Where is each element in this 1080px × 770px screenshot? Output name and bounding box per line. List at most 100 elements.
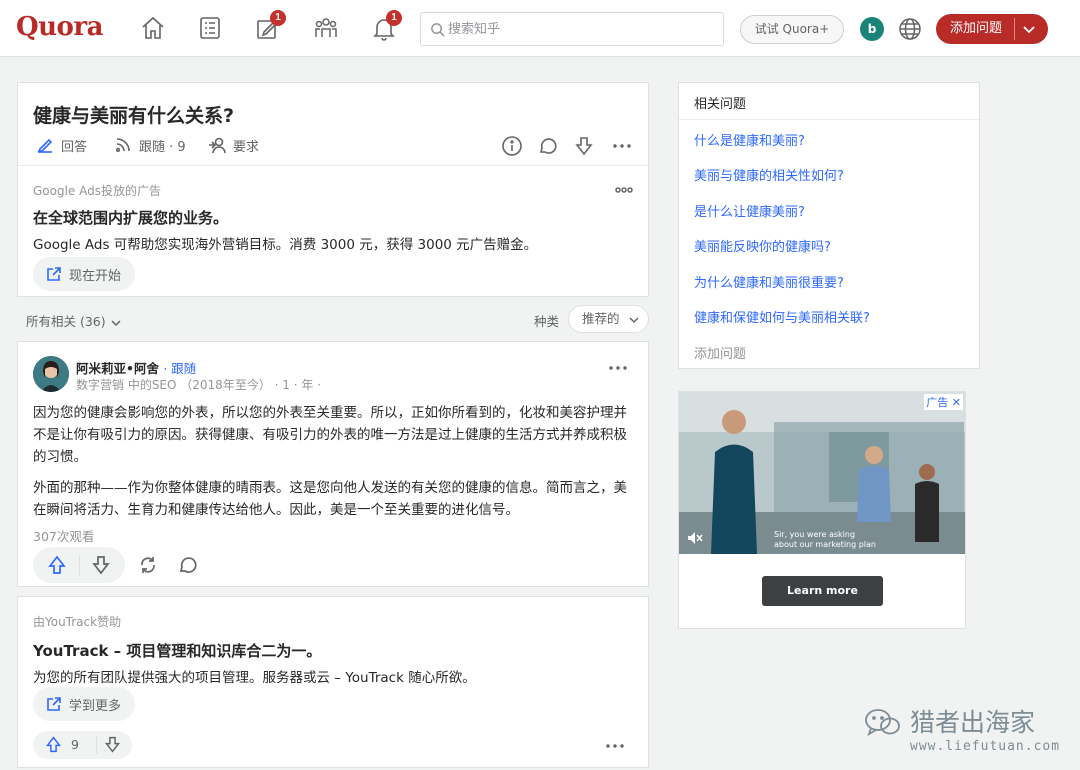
external-link-icon	[47, 267, 61, 281]
external-link-icon	[47, 697, 61, 711]
quora-logo[interactable]: Quora	[16, 12, 103, 42]
downvote-icon[interactable]	[90, 554, 112, 576]
answer-label: 回答	[61, 139, 88, 155]
answer-action[interactable]: 回答	[35, 135, 87, 155]
answer-icon[interactable]: 1	[254, 10, 286, 42]
ad-more-icon[interactable]	[614, 182, 634, 196]
answer-pencil-icon	[37, 138, 53, 153]
related-question-link[interactable]: 为什么健康和美丽很重要?	[694, 272, 844, 291]
language-globe-icon[interactable]	[897, 16, 923, 42]
vote-pill: 9	[33, 731, 132, 759]
sponsor-headline[interactable]: YouTrack – 项目管理和知识库合二为一。	[33, 640, 321, 661]
chevron-down-icon[interactable]	[1020, 20, 1038, 38]
ad-start-now-button[interactable]: 现在开始	[33, 257, 136, 291]
related-question-link[interactable]: 美丽与健康的相关性如何?	[694, 165, 844, 184]
upvote-icon[interactable]	[44, 735, 63, 754]
comment-icon[interactable]	[177, 554, 199, 576]
home-icon[interactable]	[139, 14, 167, 42]
watermark: 猎者出海家 www.liefutuan.com	[855, 703, 1075, 763]
ad-text: Google Ads 可帮助您实现海外营销目标。消费 3000 元，获得 300…	[33, 237, 538, 253]
vote-divider	[96, 736, 97, 754]
answer-paragraph: 外面的那种——作为你整体健康的晴雨表。这是您向他人发送的有关您的健康的信息。简而…	[33, 480, 627, 518]
search-box[interactable]	[420, 12, 724, 46]
answer-paragraph: 因为您的健康会影响您的外表，所以您的外表至关重要。所以，正如你所看到的，化妆和美…	[33, 405, 627, 465]
comment-icon[interactable]	[537, 135, 559, 157]
sort-kind-label: 种类	[534, 314, 560, 329]
sort-dropdown[interactable]: 推荐的	[568, 305, 649, 333]
downvote-icon[interactable]	[573, 135, 595, 157]
follow-action[interactable]: 跟随 · 9	[113, 135, 186, 155]
chevron-down-icon	[628, 316, 639, 323]
more-options-icon[interactable]	[611, 135, 633, 157]
mute-icon[interactable]	[687, 530, 703, 544]
side-video-ad: 广告 ✕ Sir, you were asking about our mark…	[678, 391, 966, 629]
question-card: 健康与美丽有什么关系? 回答 跟随 · 9 要求 Google Ads投放的广告…	[17, 82, 649, 297]
author-name[interactable]: 阿米莉亚•阿舍	[76, 361, 159, 376]
upvote-icon[interactable]	[46, 554, 68, 576]
related-question-link[interactable]: 健康和保健如何与美丽相关联?	[694, 307, 870, 326]
all-related-label: 所有相关 (36)	[26, 314, 106, 329]
more-options-icon[interactable]	[604, 735, 626, 757]
request-person-icon	[209, 137, 226, 154]
notifications-badge: 1	[386, 10, 402, 26]
sponsor-text: 为您的所有团队提供强大的项目管理。服务器或云 – YouTrack 随心所欲。	[33, 670, 476, 686]
add-question-label: 添加问题	[950, 21, 1003, 36]
close-icon[interactable]: ✕	[952, 396, 961, 409]
vote-pill	[33, 547, 125, 583]
vote-divider	[79, 555, 80, 575]
watermark-url: www.liefutuan.com	[910, 739, 1061, 754]
follow-rss-icon	[115, 138, 130, 153]
card-divider	[18, 165, 648, 166]
author-avatar[interactable]	[33, 356, 69, 392]
notifications-icon[interactable]: 1	[370, 10, 402, 42]
user-avatar[interactable]: b	[860, 17, 884, 41]
upvote-count: 9	[71, 737, 79, 752]
follow-author-link[interactable]: · 跟随	[163, 361, 196, 376]
more-options-icon[interactable]	[607, 357, 629, 379]
request-label: 要求	[233, 139, 260, 155]
learn-more-label: 学到更多	[69, 698, 122, 714]
answers-filter-bar: 所有相关 (36) 种类 推荐的	[17, 305, 649, 333]
sponsor-label: 由YouTrack赞助	[33, 615, 122, 629]
add-question-link[interactable]: 添加问题	[694, 343, 746, 362]
all-related-dropdown[interactable]: 所有相关 (36)	[26, 311, 122, 330]
wechat-icon	[863, 707, 903, 739]
ad-close-tag[interactable]: 广告 ✕	[924, 394, 963, 410]
chevron-down-icon	[111, 319, 121, 326]
caption-line: about our marketing plan	[774, 540, 876, 549]
share-repost-icon[interactable]	[137, 554, 159, 576]
answer-card: 阿米莉亚•阿舍 · 跟随 数字营销 中的SEO （2018年至今） · 1 · …	[17, 341, 649, 587]
following-icon[interactable]	[196, 14, 224, 42]
try-quora-plus-button[interactable]: 试试 Quora+	[740, 15, 844, 44]
related-question-link[interactable]: 美丽能反映你的健康吗?	[694, 236, 831, 255]
related-questions-panel: 相关问题 什么是健康和美丽? 美丽与健康的相关性如何? 是什么让健康美丽? 美丽…	[678, 82, 980, 369]
info-icon[interactable]	[501, 135, 523, 157]
learn-more-button[interactable]: 学到更多	[33, 687, 136, 721]
sponsored-card: 由YouTrack赞助 YouTrack – 项目管理和知识库合二为一。 为您的…	[17, 596, 649, 768]
downvote-icon[interactable]	[103, 735, 122, 754]
related-title: 相关问题	[694, 97, 747, 112]
ad-headline[interactable]: 在全球范围内扩展您的业务。	[33, 207, 228, 228]
ad-learn-more-button[interactable]: Learn more	[762, 576, 883, 606]
caption-line: Sir, you were asking	[774, 530, 856, 539]
ad-tag-label: 广告	[926, 396, 949, 409]
request-action[interactable]: 要求	[207, 135, 259, 155]
question-title: 健康与美丽有什么关系?	[33, 105, 235, 127]
search-icon	[431, 23, 445, 37]
button-separator	[1014, 18, 1015, 40]
ad-source-label: Google Ads投放的广告	[33, 184, 161, 198]
ad-start-now-label: 现在开始	[69, 268, 122, 284]
sort-value: 推荐的	[582, 311, 620, 326]
follow-label: 跟随 · 9	[139, 139, 186, 155]
related-question-link[interactable]: 什么是健康和美丽?	[694, 130, 805, 149]
video-caption: Sir, you were asking about our marketing…	[774, 530, 876, 550]
search-input[interactable]	[448, 19, 708, 39]
author-name-line: 阿米莉亚•阿舍 · 跟随	[76, 358, 196, 377]
top-nav-bar: Quora 1 1 试试 Quora+ b 添加问题	[0, 0, 1080, 57]
ad-video-image[interactable]: 广告 ✕ Sir, you were asking about our mark…	[679, 392, 965, 554]
spaces-icon[interactable]	[312, 14, 340, 42]
add-question-button[interactable]: 添加问题	[936, 14, 1048, 44]
answer-badge: 1	[270, 10, 286, 26]
watermark-name: 猎者出海家	[910, 708, 1036, 737]
related-question-link[interactable]: 是什么让健康美丽?	[694, 201, 805, 220]
